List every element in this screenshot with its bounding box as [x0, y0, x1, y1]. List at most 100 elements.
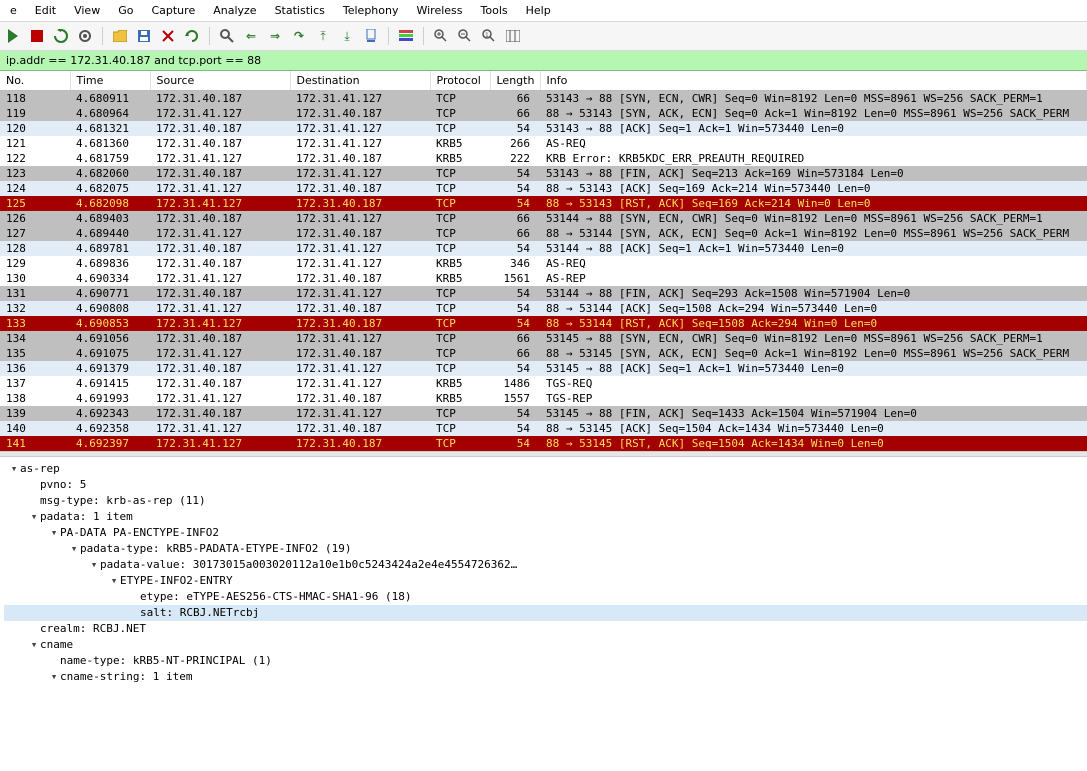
packet-row[interactable]: 1314.690771172.31.40.187172.31.41.127TCP… — [0, 286, 1087, 301]
packet-row[interactable]: 1214.681360172.31.40.187172.31.41.127KRB… — [0, 136, 1087, 151]
tree-cname-string[interactable]: ▾cname-string: 1 item — [4, 669, 1087, 685]
packet-row[interactable]: 1364.691379172.31.40.187172.31.41.127TCP… — [0, 361, 1087, 376]
col-destination[interactable]: Destination — [290, 71, 430, 91]
menu-wireless[interactable]: Wireless — [408, 2, 470, 19]
tree-name-type[interactable]: name-type: kRB5-NT-PRINCIPAL (1) — [4, 653, 1087, 669]
go-back-icon[interactable]: ⇐ — [240, 25, 262, 47]
packet-row[interactable]: 1234.682060172.31.40.187172.31.41.127TCP… — [0, 166, 1087, 181]
menu-capture[interactable]: Capture — [143, 2, 203, 19]
tree-etype-info2-entry[interactable]: ▾ETYPE-INFO2-ENTRY — [4, 573, 1087, 589]
packet-row[interactable]: 1294.689836172.31.40.187172.31.41.127KRB… — [0, 256, 1087, 271]
go-first-icon[interactable]: ⤒ — [312, 25, 334, 47]
packet-row[interactable]: 1224.681759172.31.41.127172.31.40.187KRB… — [0, 151, 1087, 166]
col-source[interactable]: Source — [150, 71, 290, 91]
disclosure-triangle-icon[interactable]: ▾ — [88, 557, 100, 573]
menu-view[interactable]: View — [66, 2, 108, 19]
save-file-icon[interactable] — [133, 25, 155, 47]
packet-row[interactable]: 1194.680964172.31.41.127172.31.40.187TCP… — [0, 106, 1087, 121]
packet-row[interactable]: 1264.689403172.31.40.187172.31.41.127TCP… — [0, 211, 1087, 226]
tree-label: crealm: RCBJ.NET — [40, 622, 146, 635]
tree-cname[interactable]: ▾cname — [4, 637, 1087, 653]
menu-e[interactable]: e — [2, 2, 25, 19]
col-time[interactable]: Time — [70, 71, 150, 91]
packet-header-row[interactable]: No.TimeSourceDestinationProtocolLengthIn… — [0, 71, 1087, 91]
col-info[interactable]: Info — [540, 71, 1087, 91]
svg-text:1: 1 — [485, 32, 489, 39]
packet-row[interactable]: 1324.690808172.31.41.127172.31.40.187TCP… — [0, 301, 1087, 316]
tree-label: as-rep — [20, 462, 60, 475]
tree-label: name-type: kRB5-NT-PRINCIPAL (1) — [60, 654, 272, 667]
close-file-icon[interactable] — [157, 25, 179, 47]
zoom-out-icon[interactable] — [454, 25, 476, 47]
disclosure-triangle-icon[interactable]: ▾ — [28, 637, 40, 653]
disclosure-triangle-icon[interactable]: ▾ — [48, 525, 60, 541]
menu-go[interactable]: Go — [110, 2, 141, 19]
tree-pa-data[interactable]: ▾PA-DATA PA-ENCTYPE-INFO2 — [4, 525, 1087, 541]
tree-pvno[interactable]: pvno: 5 — [4, 477, 1087, 493]
separator — [423, 27, 424, 45]
go-last-icon[interactable]: ⤓ — [336, 25, 358, 47]
start-capture-icon[interactable] — [2, 25, 24, 47]
restart-capture-icon[interactable] — [50, 25, 72, 47]
tree-padata-type[interactable]: ▾padata-type: kRB5-PADATA-ETYPE-INFO2 (1… — [4, 541, 1087, 557]
packet-row[interactable]: 1184.680911172.31.40.187172.31.41.127TCP… — [0, 91, 1087, 107]
jump-to-icon[interactable]: ↷ — [288, 25, 310, 47]
packet-row[interactable]: 1244.682075172.31.41.127172.31.40.187TCP… — [0, 181, 1087, 196]
packet-row[interactable]: 1354.691075172.31.41.127172.31.40.187TCP… — [0, 346, 1087, 361]
menu-statistics[interactable]: Statistics — [267, 2, 333, 19]
tree-etype[interactable]: etype: eTYPE-AES256-CTS-HMAC-SHA1-96 (18… — [4, 589, 1087, 605]
disclosure-triangle-icon[interactable]: ▾ — [8, 461, 20, 477]
packet-row[interactable]: 1284.689781172.31.40.187172.31.41.127TCP… — [0, 241, 1087, 256]
disclosure-triangle-icon[interactable]: ▾ — [68, 541, 80, 557]
menu-analyze[interactable]: Analyze — [205, 2, 264, 19]
reload-icon[interactable] — [181, 25, 203, 47]
tree-as-rep[interactable]: ▾as-rep — [4, 461, 1087, 477]
packet-row[interactable]: 1274.689440172.31.41.127172.31.40.187TCP… — [0, 226, 1087, 241]
tree-padata-value[interactable]: ▾padata-value: 30173015a003020112a10e1b0… — [4, 557, 1087, 573]
packet-row[interactable]: 1384.691993172.31.41.127172.31.40.187KRB… — [0, 391, 1087, 406]
menu-tools[interactable]: Tools — [473, 2, 516, 19]
tree-label: padata: 1 item — [40, 510, 133, 523]
packet-details-tree[interactable]: ▾as-reppvno: 5msg-type: krb-as-rep (11)▾… — [0, 457, 1087, 689]
disclosure-triangle-icon[interactable]: ▾ — [28, 509, 40, 525]
zoom-reset-icon[interactable]: 1 — [478, 25, 500, 47]
tree-msg-type[interactable]: msg-type: krb-as-rep (11) — [4, 493, 1087, 509]
colorize-icon[interactable] — [395, 25, 417, 47]
resize-columns-icon[interactable] — [502, 25, 524, 47]
packet-row[interactable]: 1204.681321172.31.40.187172.31.41.127TCP… — [0, 121, 1087, 136]
tree-padata[interactable]: ▾padata: 1 item — [4, 509, 1087, 525]
tree-label: salt: RCBJ.NETrcbj — [140, 606, 259, 619]
disclosure-triangle-icon[interactable]: ▾ — [48, 669, 60, 685]
options-icon[interactable] — [74, 25, 96, 47]
packet-row[interactable]: 1254.682098172.31.41.127172.31.40.187TCP… — [0, 196, 1087, 211]
col-no[interactable]: No. — [0, 71, 70, 91]
stop-capture-icon[interactable] — [26, 25, 48, 47]
find-icon[interactable] — [216, 25, 238, 47]
packet-row[interactable]: 1414.692397172.31.41.127172.31.40.187TCP… — [0, 436, 1087, 451]
tree-label: msg-type: krb-as-rep (11) — [40, 494, 206, 507]
separator — [388, 27, 389, 45]
packet-list[interactable]: No.TimeSourceDestinationProtocolLengthIn… — [0, 71, 1087, 451]
menu-help[interactable]: Help — [518, 2, 559, 19]
packet-row[interactable]: 1304.690334172.31.41.127172.31.40.187KRB… — [0, 271, 1087, 286]
zoom-in-icon[interactable] — [430, 25, 452, 47]
packet-row[interactable]: 1344.691056172.31.40.187172.31.41.127TCP… — [0, 331, 1087, 346]
menu-telephony[interactable]: Telephony — [335, 2, 407, 19]
col-protocol[interactable]: Protocol — [430, 71, 490, 91]
tree-salt[interactable]: salt: RCBJ.NETrcbj — [4, 605, 1087, 621]
packet-row[interactable]: 1404.692358172.31.41.127172.31.40.187TCP… — [0, 421, 1087, 436]
col-length[interactable]: Length — [490, 71, 540, 91]
separator — [209, 27, 210, 45]
tree-crealm[interactable]: crealm: RCBJ.NET — [4, 621, 1087, 637]
packet-row[interactable]: 1374.691415172.31.40.187172.31.41.127KRB… — [0, 376, 1087, 391]
open-file-icon[interactable] — [109, 25, 131, 47]
menu-edit[interactable]: Edit — [27, 2, 64, 19]
toolbar: ⇐ ⇒ ↷ ⤒ ⤓ 1 — [0, 22, 1087, 51]
tree-label: cname — [40, 638, 73, 651]
packet-row[interactable]: 1334.690853172.31.41.127172.31.40.187TCP… — [0, 316, 1087, 331]
disclosure-triangle-icon[interactable]: ▾ — [108, 573, 120, 589]
display-filter-input[interactable] — [0, 51, 1087, 70]
auto-scroll-icon[interactable] — [360, 25, 382, 47]
packet-row[interactable]: 1394.692343172.31.40.187172.31.41.127TCP… — [0, 406, 1087, 421]
go-forward-icon[interactable]: ⇒ — [264, 25, 286, 47]
